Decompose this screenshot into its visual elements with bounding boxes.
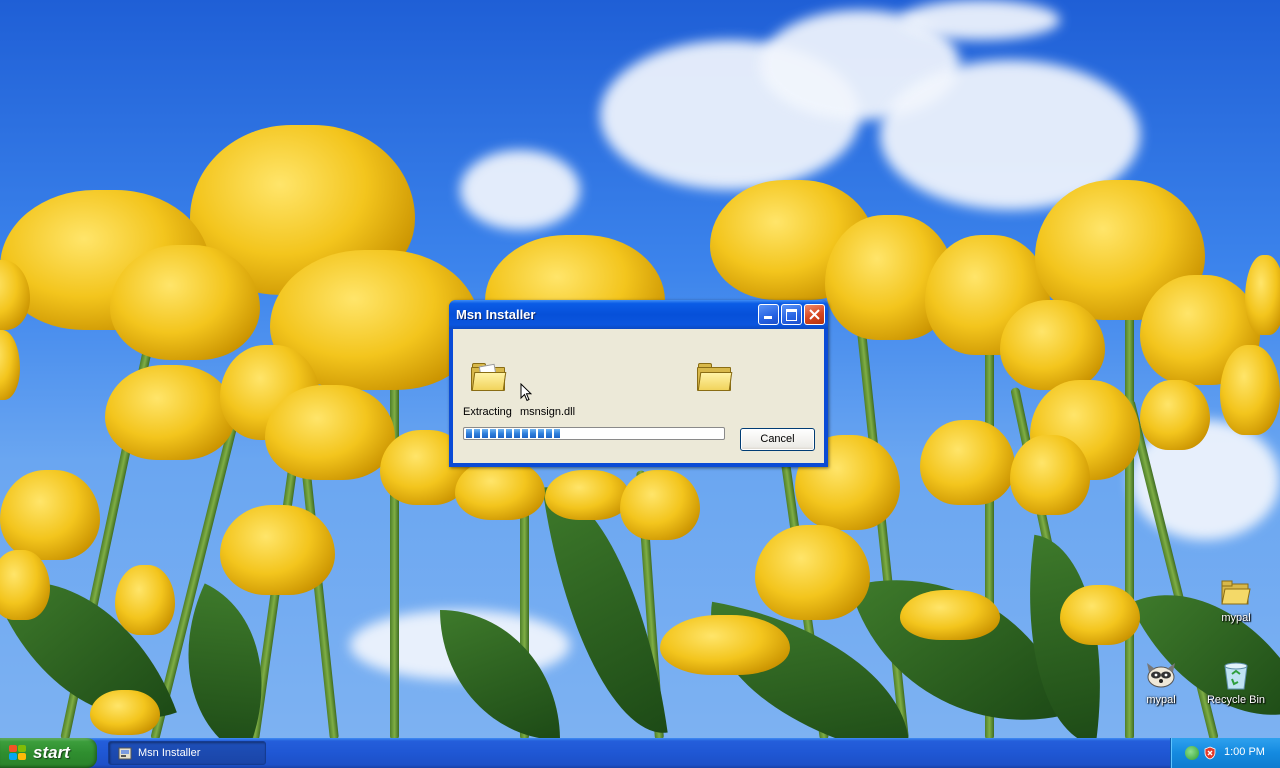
folder-icon bbox=[697, 363, 733, 391]
windows-logo-icon bbox=[9, 745, 27, 761]
raccoon-icon bbox=[1145, 660, 1177, 690]
window-title: Msn Installer bbox=[456, 307, 536, 322]
progress-block bbox=[498, 429, 504, 438]
desktop-icon-label: Recycle Bin bbox=[1206, 694, 1266, 706]
desktop-icon-label: mypal bbox=[1146, 694, 1176, 706]
cancel-button[interactable]: Cancel bbox=[740, 428, 815, 451]
mouse-cursor-icon bbox=[520, 383, 532, 402]
progress-block bbox=[490, 429, 496, 438]
maximize-button[interactable] bbox=[781, 304, 802, 325]
folder-open-icon bbox=[471, 363, 507, 391]
system-tray: 1:00 PM bbox=[1170, 738, 1280, 768]
desktop-icon-label: mypal bbox=[1221, 612, 1251, 624]
progress-block bbox=[514, 429, 520, 438]
taskbar-item-label: Msn Installer bbox=[138, 747, 201, 759]
clock: 1:00 PM bbox=[1224, 746, 1265, 758]
dialog-body: Extracting msnsign.dll Cancel bbox=[453, 329, 824, 463]
installer-window[interactable]: Msn Installer Extracting msnsign.dll Can… bbox=[449, 300, 828, 467]
status-filename: msnsign.dll bbox=[520, 406, 576, 418]
security-alert-icon[interactable] bbox=[1203, 746, 1217, 760]
network-icon[interactable] bbox=[1185, 746, 1199, 760]
status-action: Extracting bbox=[463, 406, 512, 418]
recycle-bin-icon bbox=[1220, 660, 1252, 690]
desktop-icon-mypal-folder[interactable]: mypal bbox=[1201, 578, 1271, 624]
taskbar: start Msn Installer 1:00 PM bbox=[0, 738, 1280, 768]
folder-icon bbox=[1220, 578, 1252, 608]
progress-block bbox=[522, 429, 528, 438]
progress-block bbox=[530, 429, 536, 438]
progress-block bbox=[474, 429, 480, 438]
start-button[interactable]: start bbox=[0, 738, 97, 768]
progress-block bbox=[538, 429, 544, 438]
desktop-icon-mypal-app[interactable]: mypal bbox=[1126, 660, 1196, 706]
progress-fill bbox=[466, 429, 722, 438]
progress-block bbox=[506, 429, 512, 438]
start-label: start bbox=[33, 743, 70, 762]
taskbar-item-msn-installer[interactable]: Msn Installer bbox=[108, 741, 266, 765]
installer-icon bbox=[118, 747, 132, 760]
progress-block bbox=[546, 429, 552, 438]
title-bar[interactable]: Msn Installer bbox=[449, 300, 828, 329]
close-icon bbox=[809, 309, 820, 320]
progress-block bbox=[466, 429, 472, 438]
extract-progress-bar bbox=[463, 427, 725, 440]
progress-block bbox=[554, 429, 560, 438]
minimize-button[interactable] bbox=[758, 304, 779, 325]
progress-block bbox=[482, 429, 488, 438]
maximize-icon bbox=[786, 309, 797, 321]
close-button[interactable] bbox=[804, 304, 825, 325]
minimize-icon bbox=[764, 316, 772, 319]
desktop-icon-recycle-bin[interactable]: Recycle Bin bbox=[1201, 660, 1271, 706]
